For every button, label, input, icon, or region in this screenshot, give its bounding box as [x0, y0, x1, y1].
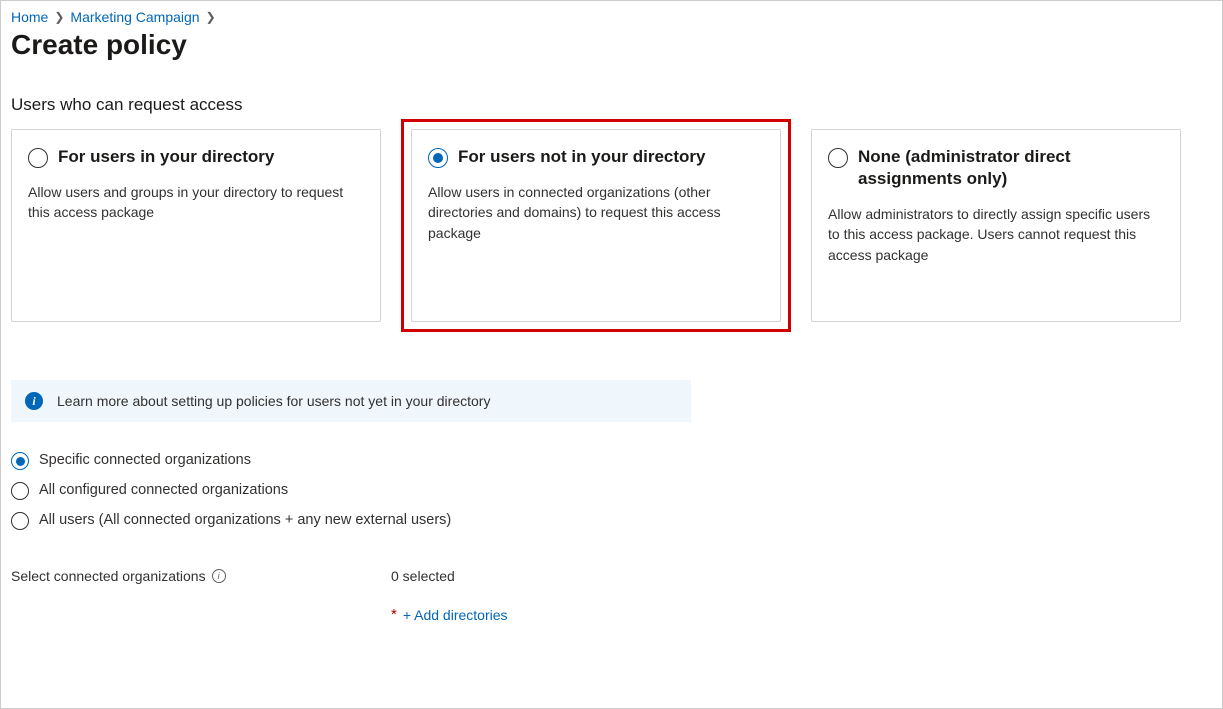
card-not-in-directory-desc: Allow users in connected organizations (… — [428, 182, 764, 243]
page-title: Create policy — [11, 29, 1212, 61]
info-banner-text: Learn more about setting up policies for… — [57, 393, 490, 409]
requester-cards: For users in your directory Allow users … — [11, 129, 1212, 322]
info-banner[interactable]: i Learn more about setting up policies f… — [11, 380, 691, 422]
card-in-directory-title: For users in your directory — [58, 146, 274, 168]
radio-all-users-label: All users (All connected organizations +… — [39, 512, 451, 528]
sco-selected-count: 0 selected — [391, 568, 508, 584]
radio-all-configured-label: All configured connected organizations — [39, 482, 288, 498]
breadcrumb: Home ❯ Marketing Campaign ❯ — [11, 9, 1212, 25]
info-icon: i — [25, 392, 43, 410]
card-highlight: For users not in your directory Allow us… — [401, 119, 791, 332]
card-in-directory[interactable]: For users in your directory Allow users … — [11, 129, 381, 322]
card-none[interactable]: None (administrator direct assignments o… — [811, 129, 1181, 322]
card-in-directory-desc: Allow users and groups in your directory… — [28, 182, 364, 223]
add-directories-link[interactable]: + Add directories — [403, 607, 508, 623]
section-label-requesters: Users who can request access — [11, 95, 1212, 115]
card-none-desc: Allow administrators to directly assign … — [828, 204, 1164, 265]
radio-all-users[interactable]: All users (All connected organizations +… — [11, 510, 1212, 530]
chevron-right-icon: ❯ — [206, 10, 216, 24]
radio-none[interactable] — [828, 148, 848, 168]
radio-all-configured[interactable]: All configured connected organizations — [11, 480, 1212, 500]
card-not-in-directory[interactable]: For users not in your directory Allow us… — [411, 129, 781, 322]
connected-org-scope: Specific connected organizations All con… — [11, 450, 1212, 530]
required-indicator: * — [391, 606, 397, 623]
select-connected-orgs: Select connected organizations i 0 selec… — [11, 568, 1212, 623]
radio-in-directory[interactable] — [28, 148, 48, 168]
help-icon[interactable]: i — [212, 569, 226, 583]
breadcrumb-campaign[interactable]: Marketing Campaign — [70, 9, 199, 25]
chevron-right-icon: ❯ — [54, 10, 64, 24]
card-not-in-directory-title: For users not in your directory — [458, 146, 706, 168]
sco-label-text: Select connected organizations — [11, 568, 206, 584]
breadcrumb-home[interactable]: Home — [11, 9, 48, 25]
radio-specific-orgs[interactable]: Specific connected organizations — [11, 450, 1212, 470]
radio-not-in-directory[interactable] — [428, 148, 448, 168]
radio-specific-orgs-label: Specific connected organizations — [39, 452, 251, 468]
card-none-title: None (administrator direct assignments o… — [858, 146, 1164, 190]
